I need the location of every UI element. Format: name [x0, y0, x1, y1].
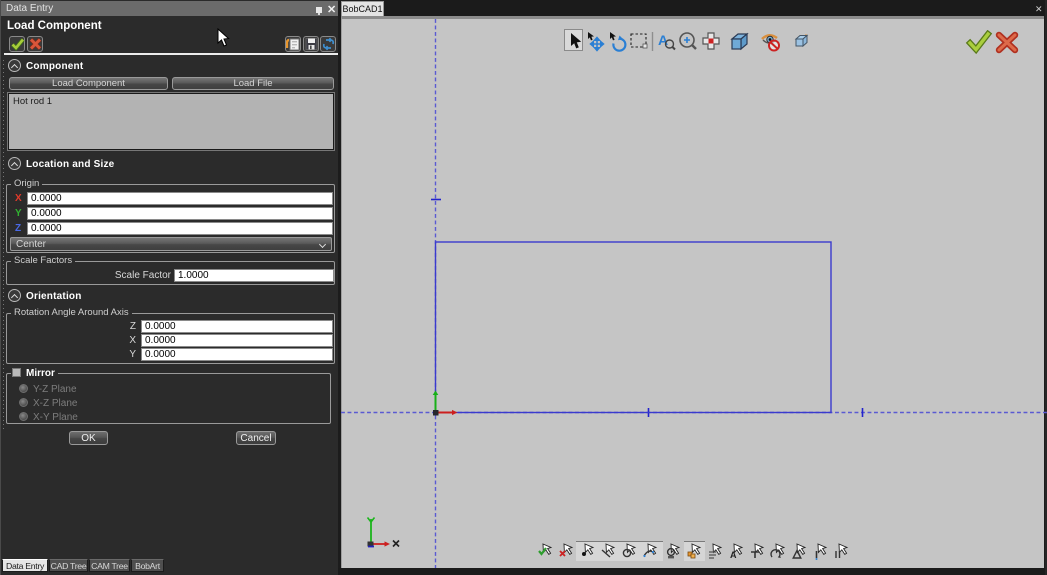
svg-text:A: A — [730, 550, 737, 560]
